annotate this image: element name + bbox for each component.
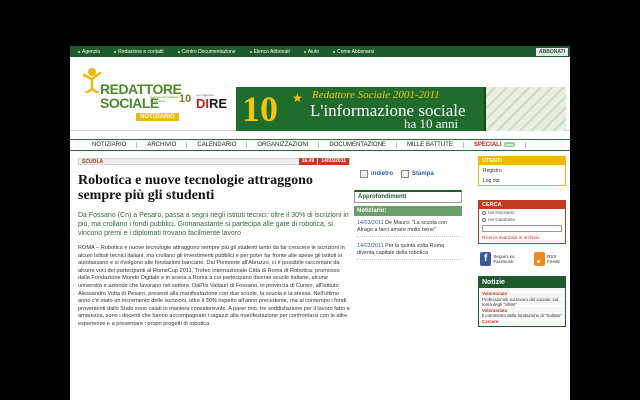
topbar-link-agenzia[interactable]: Agenzia bbox=[74, 49, 110, 55]
article-sidebar: indietro Stampa Approfondimenti Notiziar… bbox=[354, 168, 462, 266]
topbar-link-label: Centro Documentazione bbox=[181, 48, 236, 55]
facebook-link[interactable]: f Seguici su Facebook bbox=[480, 252, 528, 266]
search-box: CERCA nel Notiziario nel Database Ricerc… bbox=[478, 200, 566, 244]
banner-number: 10 bbox=[242, 89, 278, 129]
facebook-label: Seguici su Facebook bbox=[493, 253, 515, 265]
dire-logo[interactable]: con l'agenzia DIRE bbox=[196, 93, 234, 111]
top-bar: Agenzia Redazione e contatti Centro Docu… bbox=[70, 46, 570, 57]
nav-tab-notiziario[interactable]: NOTIZIARIO bbox=[82, 142, 138, 148]
topbar-link-documentazione[interactable]: Centro Documentazione bbox=[174, 49, 246, 55]
banner-line-3: ha 10 anni bbox=[404, 116, 459, 131]
back-button[interactable]: indietro bbox=[360, 170, 393, 178]
article-title: Robotica e nuove tecnologie attraggono s… bbox=[78, 173, 313, 203]
search-option-label: nel Notiziario bbox=[488, 210, 515, 215]
rss-link[interactable]: RSS Feeds bbox=[533, 252, 566, 266]
search-input[interactable] bbox=[482, 225, 562, 232]
anniversary-banner[interactable]: 10 ★ Redattore Sociale 2001-2011 L'infor… bbox=[236, 87, 566, 131]
notizie-box: Notizie Volontariato Professionisti sul … bbox=[478, 276, 566, 327]
logo-tagline: Agenzia Giornalistica Quotidiana bbox=[150, 95, 179, 103]
social-links: f Seguici su Facebook RSS Feeds bbox=[478, 252, 566, 266]
advanced-search-link[interactable]: Ricerca avanzata in archivio bbox=[479, 234, 565, 243]
right-column: UTENTI Registro Log out CERCA nel Notizi… bbox=[478, 156, 566, 327]
topbar-link-redazione[interactable]: Redazione e contatti bbox=[110, 49, 174, 55]
bullet-icon bbox=[78, 50, 80, 53]
utenti-title: UTENTI bbox=[479, 157, 565, 165]
related-news-date: 14/03/2011 bbox=[357, 243, 384, 250]
approfondimenti-title: Approfondimenti bbox=[354, 190, 462, 203]
bullet-icon bbox=[249, 50, 252, 53]
facebook-icon: f bbox=[480, 252, 492, 266]
back-icon bbox=[360, 170, 368, 178]
notizie-item[interactable]: Professionisti sul lavoro del sociale: s… bbox=[482, 297, 562, 308]
nav-tab-mille-battute[interactable]: MILLE BATTUTE bbox=[397, 142, 464, 148]
notizie-title: Notizie bbox=[479, 277, 565, 288]
topbar-link-label: Redazione e contatti bbox=[118, 48, 164, 55]
logo-ten: 10 bbox=[179, 93, 192, 105]
header: REDATTORE SOCIALE Agenzia Giornalistica … bbox=[70, 57, 570, 131]
print-label: Stampa bbox=[412, 171, 434, 177]
printer-icon bbox=[401, 170, 409, 178]
article-tools: indietro Stampa bbox=[354, 168, 462, 180]
dire-name: DIRE bbox=[196, 97, 234, 111]
register-link[interactable]: Registro bbox=[479, 165, 565, 175]
notizie-category: Carcere bbox=[482, 318, 499, 324]
related-news-item[interactable]: 14/03/2011 Per la quinta volta Roma dive… bbox=[357, 243, 459, 261]
logo-notiziario: NOTIZIARIO bbox=[136, 113, 179, 121]
star-icon: ★ bbox=[292, 91, 303, 105]
topbar-link-label: Elenco Abbonati bbox=[253, 48, 290, 55]
nav-tab-documentazione[interactable]: DOCUMENTAZIONE bbox=[319, 142, 397, 148]
article-lead: Da Fossano (Cn) a Pesaro, passa a segni … bbox=[78, 212, 349, 237]
new-badge: new bbox=[503, 142, 516, 147]
logout-link[interactable]: Log out bbox=[479, 175, 565, 185]
radio-icon bbox=[482, 217, 486, 222]
dire-name-a: DI bbox=[196, 96, 209, 111]
back-label: indietro bbox=[371, 171, 393, 177]
topbar-link-label: Agenzia bbox=[82, 48, 101, 55]
nav-tab-archivio[interactable]: ARCHIVIO bbox=[137, 142, 188, 148]
bullet-icon bbox=[333, 50, 336, 53]
article-time: 16.49 bbox=[298, 158, 318, 165]
article-section-bar: SCUOLA 16.49 14/03/2011 bbox=[78, 158, 350, 165]
related-news-list: 14/03/2011 De Mauro: "La scuola con Afra… bbox=[354, 216, 462, 261]
utenti-box: UTENTI Registro Log out bbox=[478, 156, 566, 186]
bullet-icon bbox=[303, 50, 306, 53]
article-body: ROMA – Robotica e nuove tecnologie attra… bbox=[78, 245, 350, 327]
search-title: CERCA bbox=[479, 201, 565, 209]
nav-tab-speciali[interactable]: SPECIALI new bbox=[464, 142, 527, 148]
radio-icon bbox=[482, 210, 486, 215]
dire-name-b: RE bbox=[209, 96, 228, 111]
topbar-link-abbonati[interactable]: Elenco Abbonati bbox=[246, 49, 300, 55]
print-button[interactable]: Stampa bbox=[401, 170, 434, 178]
banner-line-1: Redattore Sociale 2001-2011 bbox=[312, 89, 440, 101]
bullet-icon bbox=[114, 50, 117, 53]
search-option-database[interactable]: nel Database bbox=[479, 216, 565, 223]
rss-label: RSS Feeds bbox=[547, 253, 560, 265]
topbar-link-come-abbonarsi[interactable]: Come Abbonarsi bbox=[329, 49, 384, 55]
page: Agenzia Redazione e contatti Centro Docu… bbox=[70, 46, 570, 400]
notizie-list: Volontariato Professionisti sul lavoro d… bbox=[479, 288, 565, 326]
article-section[interactable]: SCUOLA bbox=[82, 159, 103, 165]
abbonati-button[interactable]: ABBONATI bbox=[535, 47, 568, 56]
article-date: 14/03/2011 bbox=[318, 158, 349, 165]
notiziario-subtitle: Notiziario: bbox=[354, 206, 462, 216]
site-logo[interactable]: REDATTORE SOCIALE Agenzia Giornalistica … bbox=[78, 63, 194, 125]
nav-tab-organizzazioni[interactable]: ORGANIZZAZIONI bbox=[247, 142, 320, 148]
nav-tab-speciali-label: SPECIALI bbox=[473, 142, 502, 148]
topbar-link-aiuto[interactable]: Aiuto bbox=[300, 49, 329, 55]
bullet-icon bbox=[177, 50, 180, 53]
related-news-item[interactable]: 14/03/2011 De Mauro: "La scuola con Afra… bbox=[357, 220, 459, 238]
main-nav: NOTIZIARIO ARCHIVIO CALENDARIO ORGANIZZA… bbox=[70, 139, 570, 151]
banner-screenshots-image bbox=[484, 87, 566, 131]
nav-tab-calendario[interactable]: CALENDARIO bbox=[187, 142, 248, 148]
topbar-link-label: Aiuto bbox=[307, 48, 320, 55]
search-option-notiziario[interactable]: nel Notiziario bbox=[479, 209, 565, 216]
article: SCUOLA 16.49 14/03/2011 Robotica e nuove… bbox=[78, 158, 350, 329]
related-news-date: 14/03/2011 bbox=[357, 220, 384, 226]
topbar-link-label: Come Abbonarsi bbox=[337, 48, 375, 55]
search-option-label: nel Database bbox=[488, 217, 516, 222]
rss-icon bbox=[533, 252, 546, 266]
